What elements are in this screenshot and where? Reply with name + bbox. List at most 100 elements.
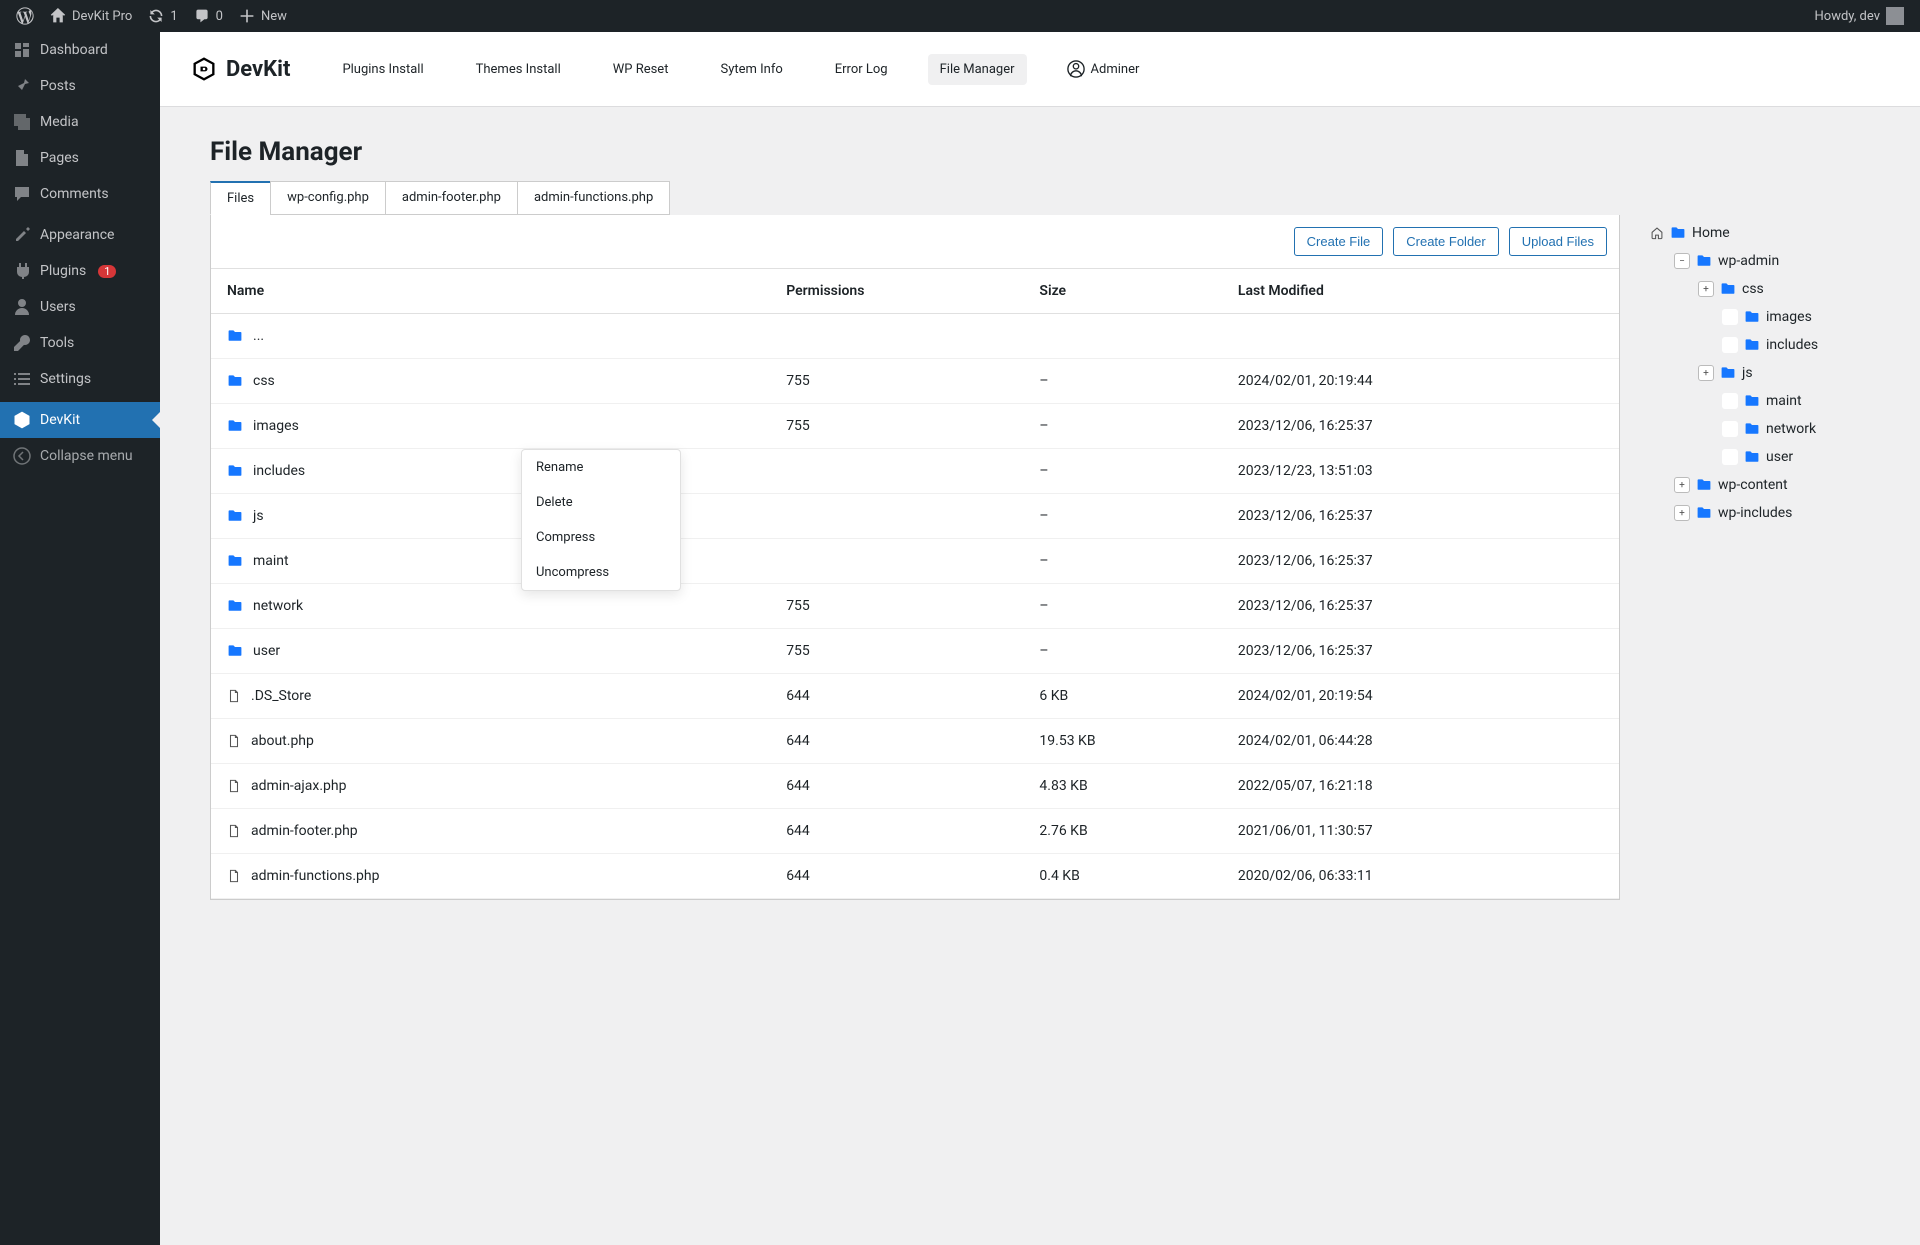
home-icon	[50, 8, 66, 24]
file-size: 19.53 KB	[1027, 719, 1226, 764]
tree-expand-icon[interactable]: +	[1674, 477, 1690, 493]
context-delete[interactable]: Delete	[522, 485, 680, 520]
tree-images[interactable]: images	[1650, 303, 1870, 331]
table-row[interactable]: includes–2023/12/23, 13:51:03	[211, 449, 1619, 494]
folder-icon	[1720, 365, 1736, 381]
folder-icon	[1744, 393, 1760, 409]
context-uncompress[interactable]: Uncompress	[522, 555, 680, 590]
folder-icon	[1670, 225, 1686, 241]
sidebar-item-media[interactable]: Media	[0, 104, 160, 140]
tab-admin-functions-php[interactable]: admin-functions.php	[517, 181, 670, 215]
sidebar-item-posts[interactable]: Posts	[0, 68, 160, 104]
tree-label: js	[1742, 365, 1753, 381]
sidebar-item-label: Plugins	[40, 263, 86, 279]
new-link[interactable]: New	[231, 0, 295, 32]
folder-icon	[1696, 253, 1712, 269]
plugin-nav-sytem-info[interactable]: Sytem Info	[708, 54, 794, 85]
sidebar-item-plugins[interactable]: Plugins1	[0, 253, 160, 289]
folder-icon	[227, 598, 243, 614]
folder-icon	[227, 508, 243, 524]
sidebar-item-users[interactable]: Users	[0, 289, 160, 325]
table-row[interactable]: admin-ajax.php6444.83 KB2022/05/07, 16:2…	[211, 764, 1619, 809]
plus-icon	[239, 8, 255, 24]
file-name: includes	[253, 463, 305, 479]
plugin-nav-error-log[interactable]: Error Log	[823, 54, 900, 85]
tree-wp-admin[interactable]: − wp-admin	[1650, 247, 1870, 275]
table-row[interactable]: admin-functions.php6440.4 KB2020/02/06, …	[211, 854, 1619, 899]
site-name: DevKit Pro	[72, 9, 132, 24]
file-modified: 2024/02/01, 06:44:28	[1226, 719, 1619, 764]
sidebar-item-comments[interactable]: Comments	[0, 176, 160, 212]
tree-js[interactable]: + js	[1650, 359, 1870, 387]
wp-logo[interactable]	[8, 0, 42, 32]
tree-label: wp-includes	[1718, 505, 1792, 521]
context-rename[interactable]: Rename	[522, 450, 680, 485]
table-row[interactable]: about.php64419.53 KB2024/02/01, 06:44:28	[211, 719, 1619, 764]
comments-link[interactable]: 0	[186, 0, 231, 32]
plugin-nav-wp-reset[interactable]: WP Reset	[601, 54, 681, 85]
plugin-logo-text: DevKit	[226, 57, 290, 82]
col-name[interactable]: Name	[211, 269, 774, 314]
plugin-nav-file-manager[interactable]: File Manager	[928, 54, 1027, 85]
col-size[interactable]: Size	[1027, 269, 1226, 314]
file-size: 0.4 KB	[1027, 854, 1226, 899]
tree-expand-icon[interactable]: +	[1698, 365, 1714, 381]
sidebar-item-dashboard[interactable]: Dashboard	[0, 32, 160, 68]
plugin-nav-label: Sytem Info	[720, 62, 782, 77]
tree-includes[interactable]: includes	[1650, 331, 1870, 359]
table-row[interactable]: css755–2024/02/01, 20:19:44	[211, 359, 1619, 404]
tree-home[interactable]: Home	[1650, 219, 1870, 247]
table-row[interactable]: maint–2023/12/06, 16:25:37	[211, 539, 1619, 584]
create-folder-button[interactable]: Create Folder	[1393, 227, 1498, 256]
table-row[interactable]: js–2023/12/06, 16:25:37	[211, 494, 1619, 539]
table-row[interactable]: ...	[211, 314, 1619, 359]
tree-wp-includes[interactable]: + wp-includes	[1650, 499, 1870, 527]
upload-files-button[interactable]: Upload Files	[1509, 227, 1607, 256]
tree-spacer	[1722, 337, 1738, 353]
tree-network[interactable]: network	[1650, 415, 1870, 443]
sidebar-item-pages[interactable]: Pages	[0, 140, 160, 176]
plugin-nav-adminer[interactable]: Adminer	[1055, 52, 1152, 86]
table-row[interactable]: network755–2023/12/06, 16:25:37	[211, 584, 1619, 629]
create-file-button[interactable]: Create File	[1294, 227, 1384, 256]
updates-link[interactable]: 1	[140, 0, 185, 32]
tree-wp-content[interactable]: + wp-content	[1650, 471, 1870, 499]
tree-user[interactable]: user	[1650, 443, 1870, 471]
sidebar-item-label: Posts	[40, 78, 76, 94]
tab-admin-footer-php[interactable]: admin-footer.php	[385, 181, 518, 215]
sidebar-item-collapse-menu[interactable]: Collapse menu	[0, 438, 160, 474]
sidebar-item-label: Pages	[40, 150, 79, 166]
plugin-nav-themes-install[interactable]: Themes Install	[464, 54, 573, 85]
sidebar-item-appearance[interactable]: Appearance	[0, 217, 160, 253]
tree-expand-icon[interactable]: +	[1698, 281, 1714, 297]
context-compress[interactable]: Compress	[522, 520, 680, 555]
site-name-link[interactable]: DevKit Pro	[42, 0, 140, 32]
file-permissions: 644	[774, 674, 1027, 719]
howdy-text: Howdy, dev	[1815, 9, 1880, 24]
howdy-link[interactable]: Howdy, dev	[1807, 0, 1912, 32]
file-permissions: 755	[774, 359, 1027, 404]
avatar	[1886, 7, 1904, 25]
appearance-icon	[12, 225, 32, 245]
plugin-nav-plugins-install[interactable]: Plugins Install	[330, 54, 435, 85]
tree-collapse-icon[interactable]: −	[1674, 253, 1690, 269]
table-row[interactable]: admin-footer.php6442.76 KB2021/06/01, 11…	[211, 809, 1619, 854]
tools-icon	[12, 333, 32, 353]
file-modified	[1226, 314, 1619, 359]
tab-files[interactable]: Files	[210, 181, 271, 215]
sidebar-item-devkit[interactable]: DevKit	[0, 402, 160, 438]
table-row[interactable]: .DS_Store6446 KB2024/02/01, 20:19:54	[211, 674, 1619, 719]
file-name: network	[253, 598, 303, 614]
tree-maint[interactable]: maint	[1650, 387, 1870, 415]
tab-wp-config-php[interactable]: wp-config.php	[270, 181, 386, 215]
sidebar-item-settings[interactable]: Settings	[0, 361, 160, 397]
col-modified[interactable]: Last Modified	[1226, 269, 1619, 314]
table-row[interactable]: images755–2023/12/06, 16:25:37	[211, 404, 1619, 449]
tree-expand-icon[interactable]: +	[1674, 505, 1690, 521]
admin-sidebar: Dashboard Posts Media Pages Comments Appearan…	[0, 32, 160, 1245]
file-size: –	[1027, 494, 1226, 539]
table-row[interactable]: user755–2023/12/06, 16:25:37	[211, 629, 1619, 674]
tree-css[interactable]: + css	[1650, 275, 1870, 303]
sidebar-item-tools[interactable]: Tools	[0, 325, 160, 361]
col-permissions[interactable]: Permissions	[774, 269, 1027, 314]
